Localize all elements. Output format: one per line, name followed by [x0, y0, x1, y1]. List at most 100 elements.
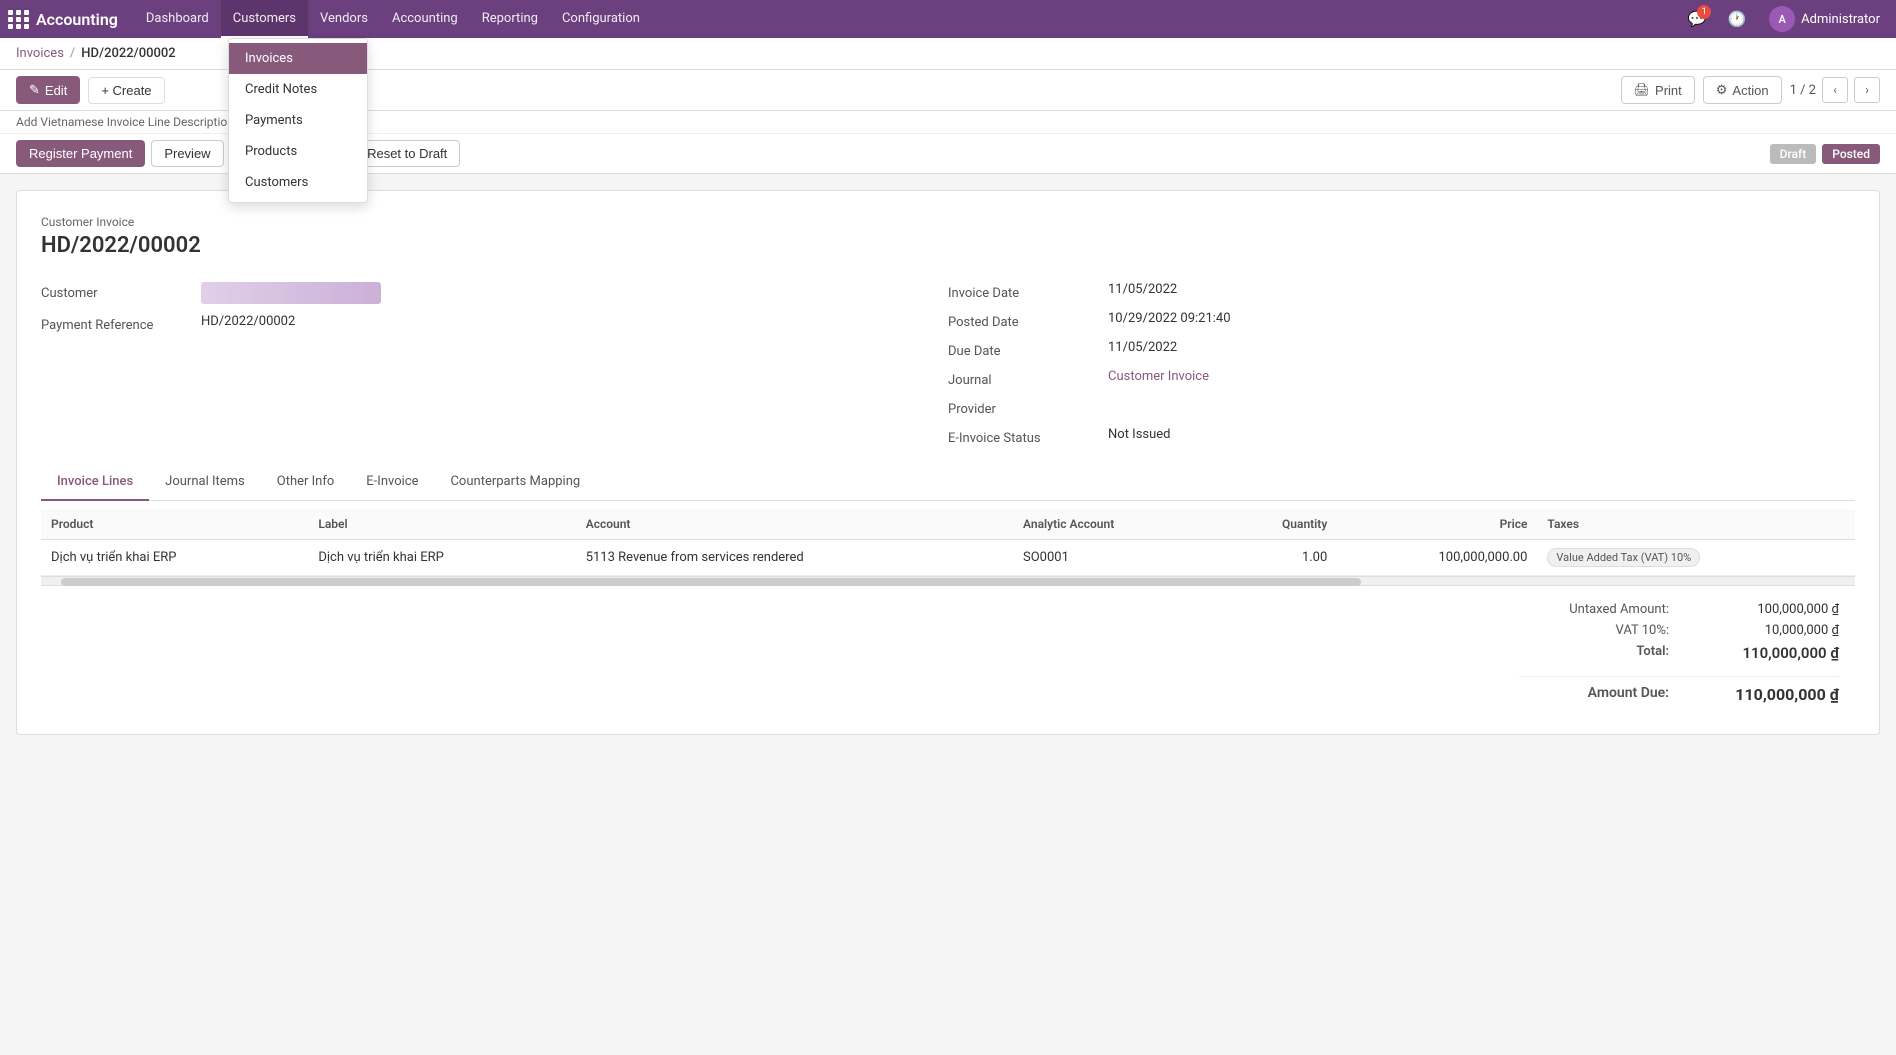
create-button[interactable]: + Create [88, 77, 164, 104]
col-product: Product [41, 509, 308, 540]
edit-icon: ✎ [29, 82, 40, 98]
nav-dashboard[interactable]: Dashboard [134, 0, 221, 38]
dropdown-credit-notes[interactable]: Credit Notes [229, 74, 367, 105]
pager-text: 1 / 2 [1790, 83, 1816, 98]
posted-date-row: Posted Date 10/29/2022 09:21:40 [948, 311, 1855, 330]
nav-configuration[interactable]: Configuration [550, 0, 652, 38]
messages-icon[interactable]: 💬 1 [1681, 3, 1713, 35]
user-menu[interactable]: A Administrator [1761, 6, 1888, 32]
vat-row: VAT 10%: 10,000,000 ₫ [1519, 623, 1839, 638]
status-draft: Draft [1770, 144, 1817, 164]
customer-row: Customer [41, 282, 948, 304]
form-right: Invoice Date 11/05/2022 Posted Date 10/2… [948, 282, 1855, 456]
brand-label: Accounting [36, 10, 118, 29]
payment-reference-row: Payment Reference HD/2022/00002 [41, 314, 948, 333]
reset-to-draft-button[interactable]: Reset to Draft [354, 140, 460, 167]
print-button[interactable]: 🖨 Print [1621, 76, 1695, 104]
col-taxes: Taxes [1537, 509, 1855, 540]
scroll-thumb[interactable] [61, 578, 1361, 586]
amount-due-label: Amount Due: [1588, 685, 1669, 704]
tab-other-info[interactable]: Other Info [261, 464, 351, 501]
breadcrumb-separator: / [70, 46, 75, 61]
tab-journal-items[interactable]: Journal Items [149, 464, 261, 501]
edit-button[interactable]: ✎ Edit [16, 76, 80, 104]
customers-dropdown: Invoices Credit Notes Payments Products … [228, 38, 368, 203]
due-date-value: 11/05/2022 [1108, 340, 1855, 355]
posted-date-label: Posted Date [948, 311, 1108, 330]
customer-value [201, 282, 948, 304]
invoice-date-value: 11/05/2022 [1108, 282, 1855, 297]
customer-label: Customer [41, 282, 201, 301]
cell-analytic-account: SO0001 [1013, 540, 1217, 576]
tab-e-invoice[interactable]: E-Invoice [350, 464, 434, 501]
provider-label: Provider [948, 398, 1108, 417]
tab-invoice-lines[interactable]: Invoice Lines [41, 464, 149, 501]
cell-taxes: Value Added Tax (VAT) 10% [1537, 540, 1855, 576]
tab-counterparts-mapping[interactable]: Counterparts Mapping [434, 464, 596, 501]
amount-due-row: Amount Due: 110,000,000 ₫ [1519, 676, 1839, 704]
notification-badge: 1 [1697, 5, 1711, 19]
journal-label: Journal [948, 369, 1108, 388]
journal-row: Journal Customer Invoice [948, 369, 1855, 388]
vat-value: 10,000,000 ₫ [1709, 623, 1839, 638]
payment-reference-value: HD/2022/00002 [201, 314, 948, 329]
due-date-row: Due Date 11/05/2022 [948, 340, 1855, 359]
table-row: Dịch vụ triển khai ERP Dịch vụ triển kha… [41, 540, 1855, 576]
tabs-bar: Invoice Lines Journal Items Other Info E… [41, 464, 1855, 501]
provider-row: Provider [948, 398, 1855, 417]
clock-icon[interactable]: 🕐 [1721, 3, 1753, 35]
einvoice-status-row: E-Invoice Status Not Issued [948, 427, 1855, 446]
info-message: Add Vietnamese Invoice Line Description [16, 115, 234, 129]
customer-field-blurred[interactable] [201, 282, 381, 304]
totals-section: Untaxed Amount: 100,000,000 ₫ VAT 10%: 1… [41, 602, 1855, 710]
dropdown-payments[interactable]: Payments [229, 105, 367, 136]
nav-vendors[interactable]: Vendors [308, 0, 380, 38]
dropdown-products[interactable]: Products [229, 136, 367, 167]
breadcrumb-parent[interactable]: Invoices [16, 46, 64, 61]
tax-badge: Value Added Tax (VAT) 10% [1547, 548, 1700, 567]
col-price: Price [1337, 509, 1537, 540]
einvoice-status-label: E-Invoice Status [948, 427, 1108, 446]
status-badges: Draft Posted [1770, 144, 1880, 164]
dropdown-customers[interactable]: Customers [229, 167, 367, 198]
form-card: Customer Invoice HD/2022/00002 Customer … [16, 190, 1880, 735]
grid-icon [8, 10, 30, 29]
nav-customers[interactable]: Customers [221, 0, 308, 38]
payment-reference-label: Payment Reference [41, 314, 201, 333]
amount-due-value: 110,000,000 ₫ [1709, 685, 1839, 704]
col-label: Label [308, 509, 575, 540]
form-left: Customer Payment Reference HD/2022/00002 [41, 282, 948, 456]
col-analytic-account: Analytic Account [1013, 509, 1217, 540]
user-name: Administrator [1801, 12, 1880, 27]
scroll-bar[interactable] [41, 576, 1855, 586]
pager-next[interactable]: › [1854, 77, 1880, 103]
pager: 1 / 2 ‹ › [1790, 77, 1880, 103]
total-value: 110,000,000 ₫ [1709, 644, 1839, 662]
cell-price: 100,000,000.00 [1337, 540, 1537, 576]
vat-label: VAT 10%: [1616, 623, 1669, 638]
action-button[interactable]: ⚙ Action [1703, 76, 1782, 104]
main-content: Customer Invoice HD/2022/00002 Customer … [0, 190, 1896, 735]
nav-accounting[interactable]: Accounting [380, 0, 470, 38]
journal-link[interactable]: Customer Invoice [1108, 369, 1209, 384]
register-payment-button[interactable]: Register Payment [16, 140, 145, 167]
gear-icon: ⚙ [1716, 82, 1728, 98]
form-grid: Customer Payment Reference HD/2022/00002… [41, 282, 1855, 456]
journal-value: Customer Invoice [1108, 369, 1855, 384]
navbar: Accounting Dashboard Customers Vendors A… [0, 0, 1896, 38]
untaxed-amount-row: Untaxed Amount: 100,000,000 ₫ [1519, 602, 1839, 617]
invoice-date-row: Invoice Date 11/05/2022 [948, 282, 1855, 301]
dropdown-invoices[interactable]: Invoices [229, 43, 367, 74]
posted-date-value: 10/29/2022 09:21:40 [1108, 311, 1855, 326]
nav-reporting[interactable]: Reporting [470, 0, 550, 38]
pager-prev[interactable]: ‹ [1822, 77, 1848, 103]
cell-quantity: 1.00 [1217, 540, 1337, 576]
total-row: Total: 110,000,000 ₫ [1519, 644, 1839, 662]
print-icon: 🖨 [1634, 82, 1651, 98]
preview-button[interactable]: Preview [151, 140, 223, 167]
invoice-date-label: Invoice Date [948, 282, 1108, 301]
form-invoice-number: HD/2022/00002 [41, 233, 1855, 258]
cell-account: 5113 Revenue from services rendered [576, 540, 1013, 576]
breadcrumb-current: HD/2022/00002 [81, 46, 175, 61]
col-account: Account [576, 509, 1013, 540]
